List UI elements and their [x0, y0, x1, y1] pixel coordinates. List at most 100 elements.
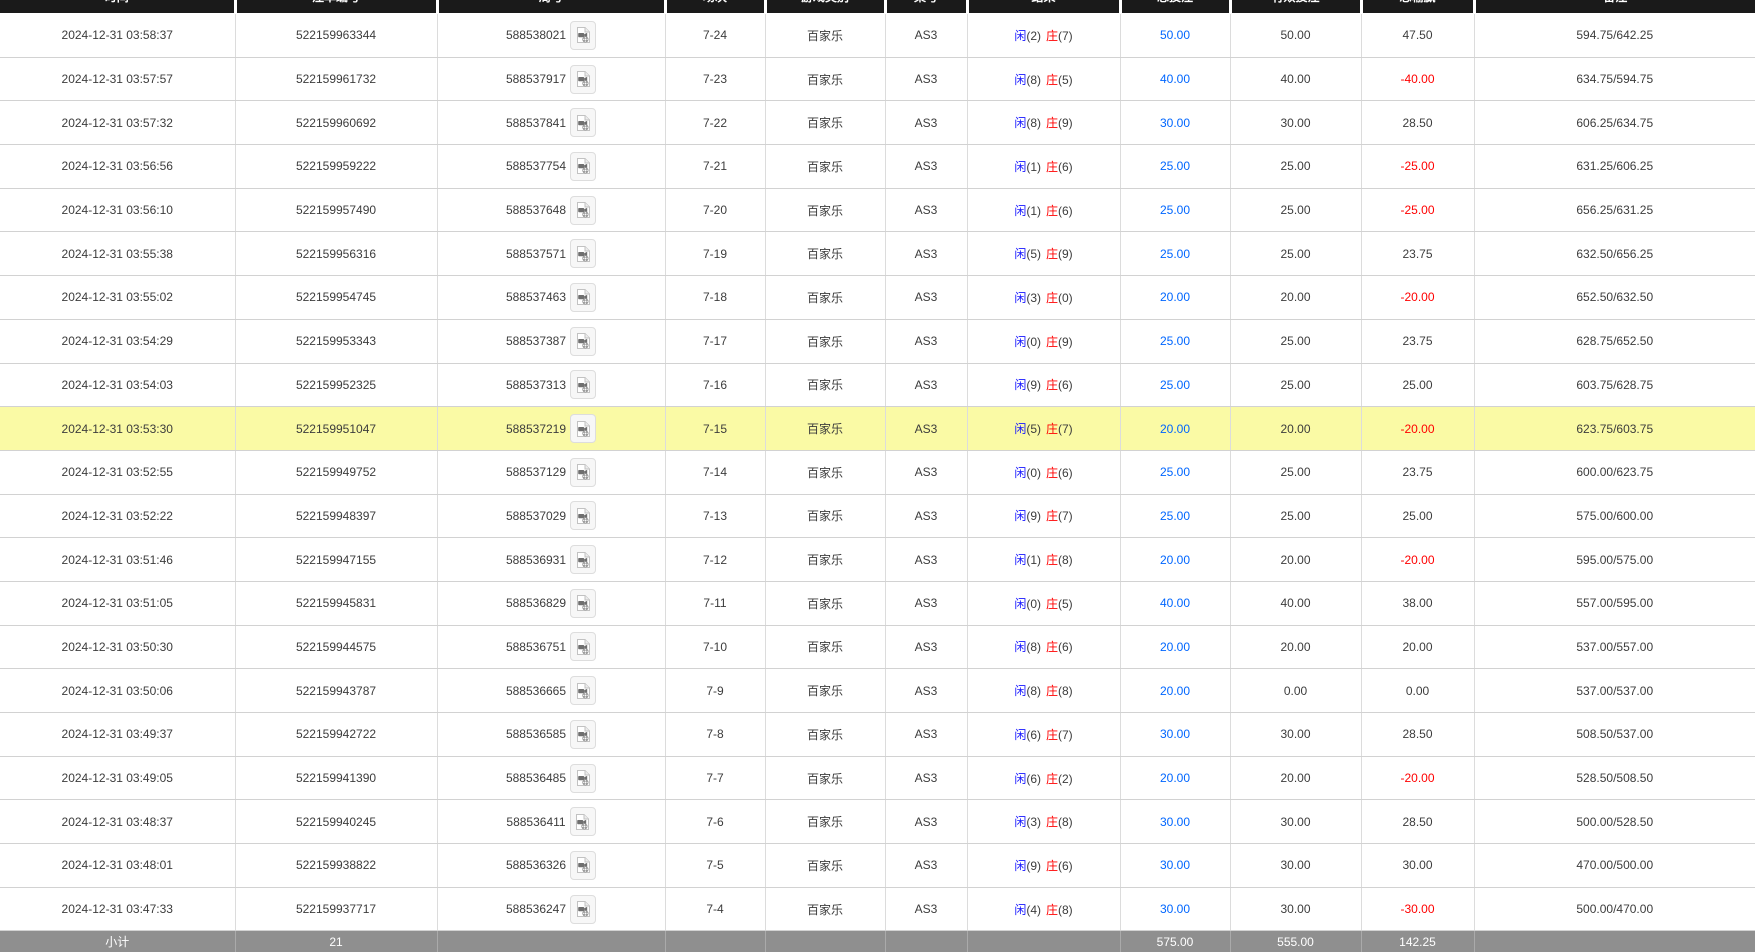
total-bet-amount-link[interactable]: 50.00 [1160, 28, 1190, 42]
result-cell: 闲(1)庄(6) [967, 188, 1120, 232]
result-banker-value: (0) [1058, 291, 1073, 305]
total-bet-amount-link[interactable]: 30.00 [1160, 858, 1190, 872]
subtotal-empty-session [665, 931, 765, 952]
video-replay-button[interactable] [570, 545, 596, 574]
remark-cell: 575.00/600.00 [1474, 494, 1755, 538]
table-row[interactable]: 2024-12-31 03:52:55522159949752588537129… [0, 450, 1755, 494]
video-replay-button[interactable] [570, 108, 596, 137]
table-row[interactable]: 2024-12-31 03:58:37522159963344588538021… [0, 14, 1755, 58]
total-bet-amount-link[interactable]: 40.00 [1160, 72, 1190, 86]
total-bet-amount-link[interactable]: 20.00 [1160, 553, 1190, 567]
video-replay-button[interactable] [570, 895, 596, 924]
bet-number-cell: 522159961732 [235, 57, 437, 101]
total-bet-amount-link[interactable]: 25.00 [1160, 203, 1190, 217]
total-bet-amount-link[interactable]: 30.00 [1160, 902, 1190, 916]
video-replay-icon [576, 594, 591, 612]
video-replay-button[interactable] [570, 152, 596, 181]
video-replay-button[interactable] [570, 327, 596, 356]
table-row[interactable]: 2024-12-31 03:54:29522159953343588537387… [0, 319, 1755, 363]
round-number-cell: 588536247 [437, 887, 665, 931]
video-replay-button[interactable] [570, 196, 596, 225]
total-bet-amount-link[interactable]: 25.00 [1160, 247, 1190, 261]
win-loss-cell: -25.00 [1361, 145, 1474, 189]
table-number-cell: AS3 [885, 319, 967, 363]
result-player-label: 闲 [1014, 859, 1026, 873]
total-bet-amount-link[interactable]: 25.00 [1160, 159, 1190, 173]
total-bet-amount-link[interactable]: 20.00 [1160, 771, 1190, 785]
table-row[interactable]: 2024-12-31 03:50:06522159943787588536665… [0, 669, 1755, 713]
total-bet-amount-link[interactable]: 20.00 [1160, 640, 1190, 654]
table-row[interactable]: 2024-12-31 03:49:37522159942722588536585… [0, 713, 1755, 757]
video-replay-icon [576, 70, 591, 88]
video-replay-button[interactable] [570, 65, 596, 94]
time-cell: 2024-12-31 03:57:57 [0, 57, 235, 101]
table-row[interactable]: 2024-12-31 03:47:33522159937717588536247… [0, 887, 1755, 931]
total-bet-amount-link[interactable]: 25.00 [1160, 334, 1190, 348]
total-bet-amount-link[interactable]: 25.00 [1160, 465, 1190, 479]
video-replay-icon [576, 201, 591, 219]
table-row[interactable]: 2024-12-31 03:51:46522159947155588536931… [0, 538, 1755, 582]
total-bet-amount-link[interactable]: 40.00 [1160, 596, 1190, 610]
result-banker-value: (9) [1058, 335, 1073, 349]
video-replay-button[interactable] [570, 239, 596, 268]
table-row[interactable]: 2024-12-31 03:50:30522159944575588536751… [0, 625, 1755, 669]
result-banker-value: (8) [1058, 815, 1073, 829]
video-replay-button[interactable] [570, 370, 596, 399]
video-replay-button[interactable] [570, 414, 596, 443]
round-number-cell: 588537571 [437, 232, 665, 276]
table-row[interactable]: 2024-12-31 03:49:05522159941390588536485… [0, 756, 1755, 800]
table-number-cell: AS3 [885, 625, 967, 669]
round-number-cell: 588537648 [437, 188, 665, 232]
total-bet-amount-link[interactable]: 30.00 [1160, 727, 1190, 741]
video-replay-button[interactable] [570, 676, 596, 705]
video-replay-button[interactable] [570, 807, 596, 836]
video-replay-button[interactable] [570, 283, 596, 312]
result-player-value: (3) [1026, 291, 1041, 305]
valid-bet-cell: 20.00 [1230, 538, 1361, 582]
column-header-label: 游戏类别 [767, 0, 884, 7]
table-row[interactable]: 2024-12-31 03:52:22522159948397588537029… [0, 494, 1755, 538]
result-player-label: 闲 [1014, 422, 1026, 436]
column-header-game: 游戏类别 [765, 0, 885, 14]
result-player-value: (0) [1026, 335, 1041, 349]
subtotal-empty-table [885, 931, 967, 952]
table-row[interactable]: 2024-12-31 03:57:57522159961732588537917… [0, 57, 1755, 101]
round-number-group: 588537219 [442, 414, 661, 443]
table-number-cell: AS3 [885, 756, 967, 800]
table-row[interactable]: 2024-12-31 03:57:32522159960692588537841… [0, 101, 1755, 145]
video-replay-button[interactable] [570, 21, 596, 50]
session-cell: 7-16 [665, 363, 765, 407]
table-row[interactable]: 2024-12-31 03:56:56522159959222588537754… [0, 145, 1755, 189]
total-bet-amount-link[interactable]: 20.00 [1160, 290, 1190, 304]
video-replay-button[interactable] [570, 851, 596, 880]
win-loss-cell: 28.50 [1361, 101, 1474, 145]
video-replay-button[interactable] [570, 764, 596, 793]
session-cell: 7-24 [665, 14, 765, 58]
table-row[interactable]: 2024-12-31 03:53:30522159951047588537219… [0, 407, 1755, 451]
video-replay-button[interactable] [570, 720, 596, 749]
table-row[interactable]: 2024-12-31 03:51:05522159945831588536829… [0, 581, 1755, 625]
video-replay-button[interactable] [570, 632, 596, 661]
video-replay-button[interactable] [570, 501, 596, 530]
session-cell: 7-21 [665, 145, 765, 189]
total-bet-amount-link[interactable]: 25.00 [1160, 509, 1190, 523]
total-bet-amount-link[interactable]: 30.00 [1160, 815, 1190, 829]
result-banker-value: (9) [1058, 247, 1073, 261]
result-cell: 闲(9)庄(6) [967, 844, 1120, 888]
table-row[interactable]: 2024-12-31 03:56:10522159957490588537648… [0, 188, 1755, 232]
table-row[interactable]: 2024-12-31 03:54:03522159952325588537313… [0, 363, 1755, 407]
table-row[interactable]: 2024-12-31 03:48:01522159938822588536326… [0, 844, 1755, 888]
total-bet-amount-link[interactable]: 20.00 [1160, 422, 1190, 436]
table-row[interactable]: 2024-12-31 03:48:37522159940245588536411… [0, 800, 1755, 844]
total-bet-amount-link[interactable]: 30.00 [1160, 116, 1190, 130]
total-bet-amount-link[interactable]: 25.00 [1160, 378, 1190, 392]
result-banker-label: 庄 [1046, 335, 1058, 349]
total-bet-amount-link[interactable]: 20.00 [1160, 684, 1190, 698]
table-number-cell: AS3 [885, 145, 967, 189]
round-number-group: 588536247 [442, 895, 661, 924]
table-row[interactable]: 2024-12-31 03:55:02522159954745588537463… [0, 276, 1755, 320]
table-row[interactable]: 2024-12-31 03:55:38522159956316588537571… [0, 232, 1755, 276]
video-replay-button[interactable] [570, 458, 596, 487]
bet-number-cell: 522159956316 [235, 232, 437, 276]
video-replay-button[interactable] [570, 589, 596, 618]
